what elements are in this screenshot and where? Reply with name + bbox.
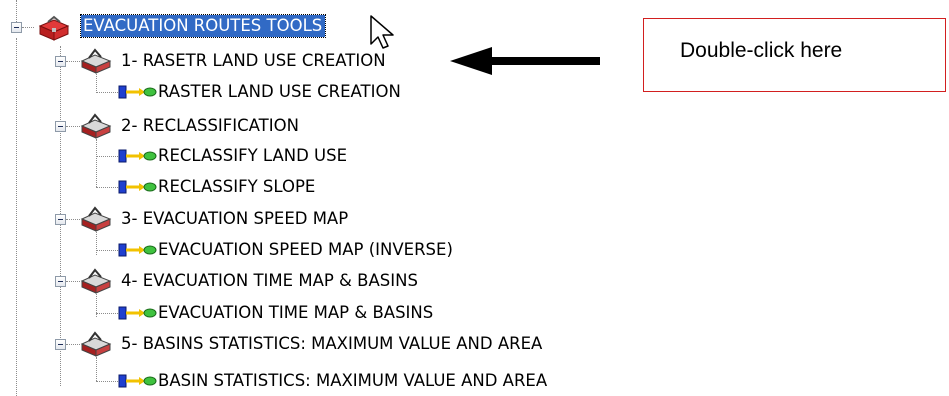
toolset-2-collapse-toggle[interactable]	[55, 121, 66, 132]
tool-reclassify-land-use[interactable]: RECLASSIFY LAND USE	[158, 145, 347, 167]
tree-connector	[66, 344, 80, 345]
mouse-cursor-icon	[370, 15, 394, 49]
model-icon	[117, 303, 157, 323]
tree-connector	[66, 61, 80, 62]
tree-connector	[96, 313, 118, 314]
tree-connector	[96, 156, 118, 157]
tool-evacuation-speed-map-inverse[interactable]: EVACUATION SPEED MAP (INVERSE)	[158, 239, 453, 261]
model-icon	[117, 177, 157, 197]
tree-connector	[96, 381, 118, 382]
root-toolbox-label[interactable]: EVACUATION ROUTES TOOLS	[79, 14, 327, 38]
tree-connector	[66, 281, 80, 282]
tool-evacuation-time-map-basins[interactable]: EVACUATION TIME MAP & BASINS	[158, 302, 433, 324]
toolset-icon	[79, 268, 113, 294]
instruction-callout: Double-click here	[643, 18, 946, 92]
pointer-arrow	[450, 47, 600, 75]
tool-reclassify-slope[interactable]: RECLASSIFY SLOPE	[158, 176, 315, 198]
model-icon	[117, 240, 157, 260]
tree-connector	[16, 0, 17, 22]
tree-connector	[96, 357, 97, 381]
tree-connector	[96, 92, 118, 93]
tree-connector	[66, 126, 80, 127]
toolset-5-label[interactable]: 5- BASINS STATISTICS: MAXIMUM VALUE AND …	[121, 333, 542, 355]
toolset-3-label[interactable]: 3- EVACUATION SPEED MAP	[121, 208, 348, 230]
tool-basin-statistics-max-value-area[interactable]: BASIN STATISTICS: MAXIMUM VALUE AND AREA	[158, 370, 547, 392]
toolset-2-label[interactable]: 2- RECLASSIFICATION	[121, 115, 299, 137]
toolset-3-collapse-toggle[interactable]	[55, 214, 66, 225]
toolbox-icon	[36, 12, 72, 42]
tree-connector	[66, 219, 80, 220]
tree-connector	[96, 250, 118, 251]
root-collapse-toggle[interactable]	[11, 22, 22, 33]
callout-text: Double-click here	[680, 39, 843, 62]
tree-connector	[96, 232, 97, 255]
model-icon	[117, 146, 157, 166]
tree-connector	[16, 38, 17, 396]
model-icon	[117, 82, 157, 102]
tree-connector	[96, 139, 97, 187]
tool-raster-land-use-creation[interactable]: RASTER LAND USE CREATION	[158, 81, 401, 103]
toolset-1-collapse-toggle[interactable]	[55, 56, 66, 67]
toolset-5-collapse-toggle[interactable]	[55, 339, 66, 350]
toolset-icon	[79, 331, 113, 357]
toolset-icon	[79, 206, 113, 232]
model-icon	[117, 371, 157, 391]
toolset-icon	[79, 48, 113, 74]
toolset-4-label[interactable]: 4- EVACUATION TIME MAP & BASINS	[121, 270, 418, 292]
toolset-4-collapse-toggle[interactable]	[55, 276, 66, 287]
tree-connector	[22, 27, 34, 28]
toolset-1-label[interactable]: 1- RASETR LAND USE CREATION	[121, 50, 386, 72]
toolset-icon	[79, 113, 113, 139]
tree-connector	[96, 187, 118, 188]
